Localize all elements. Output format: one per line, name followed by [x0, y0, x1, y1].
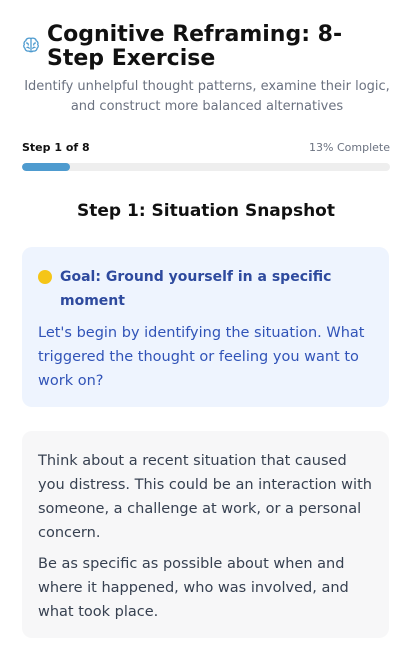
yellow-circle-icon: [38, 270, 52, 284]
progress-bar: [22, 163, 390, 171]
step-title: Step 1: Situation Snapshot: [77, 201, 335, 221]
goal-heading: Goal: Ground yourself in a specific mome…: [60, 269, 332, 309]
instructions-paragraph: Think about a recent situation that caus…: [38, 453, 372, 541]
title-row: Cognitive Reframing: 8-Step Exercise: [22, 23, 392, 71]
goal-card: Goal: Ground yourself in a specific mome…: [22, 247, 389, 407]
goal-body: Let's begin by identifying the situation…: [38, 325, 365, 389]
instructions-paragraph: Be as specific as possible about when an…: [38, 556, 349, 620]
instructions-card: Think about a recent situation that caus…: [22, 431, 389, 638]
brain-icon: [23, 37, 39, 53]
page-subtitle: Identify unhelpful thought patterns, exa…: [24, 79, 390, 114]
page-title: Cognitive Reframing: 8-Step Exercise: [47, 22, 343, 71]
progress-header: Step 1 of 8 13% Complete: [22, 142, 390, 154]
percent-complete: 13% Complete: [309, 141, 390, 154]
step-counter: Step 1 of 8: [22, 141, 90, 154]
goal-row: Goal: Ground yourself in a specific mome…: [38, 265, 373, 313]
header: Cognitive Reframing: 8-Step Exercise: [22, 23, 392, 71]
progress-bar-fill: [22, 163, 70, 171]
